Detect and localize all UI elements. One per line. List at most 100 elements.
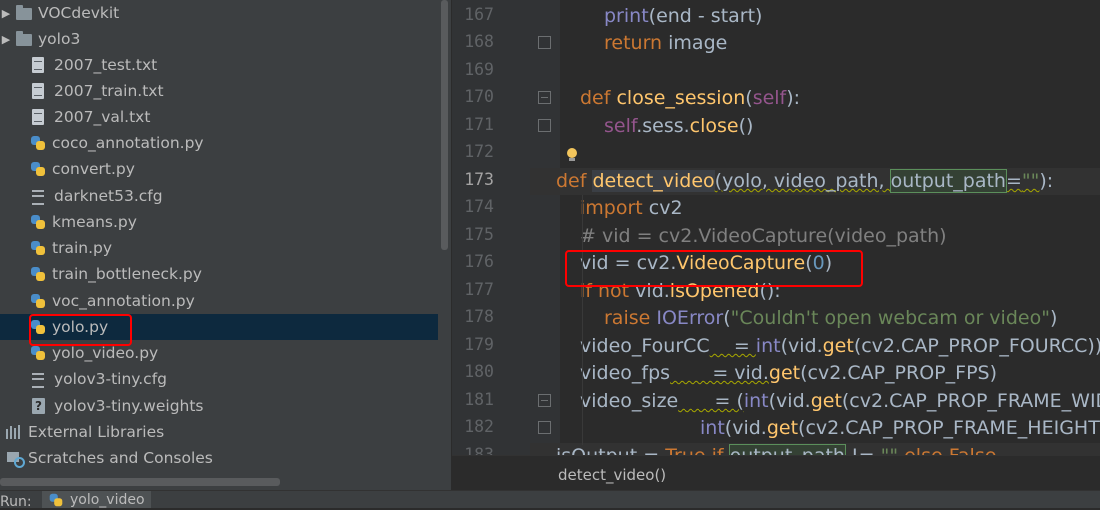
code-token: def bbox=[580, 87, 617, 109]
tree-item-label: train_bottleneck.py bbox=[52, 265, 202, 283]
code-token: video_fps bbox=[580, 362, 671, 384]
tree-item-yolov3-tiny-weights[interactable]: ? yolov3-tiny.weights bbox=[0, 393, 438, 419]
code-token: # vid = cv2.VideoCapture(video_path) bbox=[580, 225, 947, 247]
code-line-170: def close_session(self): bbox=[530, 85, 1100, 112]
code-token: "" bbox=[881, 445, 898, 455]
code-token: self bbox=[752, 87, 787, 109]
code-token: ) bbox=[1049, 307, 1058, 329]
tree-item-2007-test[interactable]: 2007_test.txt bbox=[0, 52, 438, 78]
line-number: 181 bbox=[464, 390, 494, 409]
python-file-icon bbox=[30, 214, 46, 230]
code-token: != bbox=[845, 445, 881, 455]
expand-arrow-icon[interactable]: ▶ bbox=[0, 33, 12, 46]
unknown-file-icon: ? bbox=[32, 398, 45, 414]
expand-arrow-icon[interactable]: ▶ bbox=[0, 7, 12, 20]
code-line-173: def detect_video(yolo, video_path, outpu… bbox=[530, 168, 1100, 195]
folder-icon bbox=[16, 5, 32, 20]
scrollbar-thumb[interactable] bbox=[441, 0, 448, 250]
python-file-icon bbox=[30, 240, 46, 256]
python-file-icon bbox=[49, 492, 63, 506]
line-number: 174 bbox=[464, 197, 494, 216]
tree-item-coco-annotation[interactable]: coco_annotation.py bbox=[0, 130, 438, 156]
code-token: = bbox=[709, 335, 756, 357]
code-token: get bbox=[766, 417, 799, 439]
code-token: import bbox=[580, 197, 643, 219]
code-line-181: video_size = (int(vid.get(cv2.CAP_PROP_F… bbox=[530, 388, 1100, 415]
line-number: 168 bbox=[464, 32, 494, 51]
code-token: ): bbox=[1039, 170, 1054, 192]
code-token: (cv2.CAP_PROP_FPS) bbox=[800, 362, 997, 384]
breadcrumb[interactable]: detect_video() bbox=[558, 466, 666, 484]
tree-item-yolo3[interactable]: ▶ yolo3 bbox=[0, 26, 438, 52]
code-token: (yolo, video_path, bbox=[714, 170, 891, 192]
line-number: 170 bbox=[464, 87, 494, 106]
code-token: cv2 bbox=[642, 197, 683, 219]
code-token: get bbox=[768, 362, 801, 384]
code-token: output_path bbox=[889, 169, 1007, 193]
tree-item-label: 2007_val.txt bbox=[54, 108, 151, 126]
python-file-icon bbox=[30, 293, 46, 309]
code-token: (vid. bbox=[724, 417, 767, 439]
project-tree-panel: ▶ VOCdevkit ▶ yolo3 2007_test.txt 2007_t… bbox=[0, 0, 438, 490]
indent-guide bbox=[582, 195, 583, 445]
run-tool-window-bar: Run: yolo_video bbox=[0, 490, 1100, 510]
line-number: 182 bbox=[464, 417, 494, 436]
tree-item-label: External Libraries bbox=[28, 423, 165, 441]
code-token: () bbox=[738, 115, 754, 137]
tree-item-label: coco_annotation.py bbox=[52, 134, 204, 152]
line-number: 183 bbox=[464, 445, 494, 455]
code-line-175: # vid = cv2.VideoCapture(video_path) bbox=[530, 223, 1100, 250]
code-token: (cv2.CAP_PROP_FRAME_WIDTH)), bbox=[841, 390, 1100, 412]
config-file-icon bbox=[32, 371, 44, 388]
code-token: = bbox=[1005, 170, 1022, 192]
code-token: raise bbox=[604, 307, 657, 329]
tree-item-train[interactable]: train.py bbox=[0, 235, 438, 261]
tree-item-convert[interactable]: convert.py bbox=[0, 156, 438, 182]
code-line-167: print(end - start) bbox=[530, 3, 1100, 30]
code-token: = vid. bbox=[670, 362, 769, 384]
tree-item-label: yolo_video.py bbox=[52, 344, 159, 362]
code-token: return bbox=[604, 32, 663, 54]
tree-item-label: convert.py bbox=[52, 160, 135, 178]
tree-item-scratches[interactable]: Scratches and Consoles bbox=[0, 445, 438, 471]
code-token: ): bbox=[786, 87, 801, 109]
text-file-icon bbox=[32, 57, 44, 73]
line-number: 180 bbox=[464, 362, 494, 381]
tree-item-train-bottleneck[interactable]: train_bottleneck.py bbox=[0, 261, 438, 287]
sidebar-vertical-scrollbar[interactable] bbox=[438, 0, 451, 490]
tree-item-external-libraries[interactable]: External Libraries bbox=[0, 419, 438, 445]
run-tab-yolo-video[interactable]: yolo_video bbox=[42, 491, 151, 508]
tree-item-label: train.py bbox=[52, 239, 113, 257]
tree-item-kmeans[interactable]: kmeans.py bbox=[0, 209, 438, 235]
sidebar-horizontal-scrollbar[interactable] bbox=[0, 478, 280, 486]
lightbulb-icon[interactable] bbox=[565, 148, 579, 162]
code-token: ( bbox=[745, 87, 753, 109]
tree-item-label: yolov3-tiny.cfg bbox=[54, 370, 167, 388]
libraries-icon bbox=[6, 424, 24, 440]
tree-item-2007-train[interactable]: 2007_train.txt bbox=[0, 78, 438, 104]
code-line-180: video_fps = vid.get(cv2.CAP_PROP_FPS) bbox=[530, 360, 1100, 387]
tree-item-label: 2007_test.txt bbox=[54, 56, 158, 74]
code-line-178: raise IOError("Couldn't open webcam or v… bbox=[530, 305, 1100, 332]
run-tab-label: yolo_video bbox=[70, 491, 145, 508]
code-editor[interactable]: print(end - start) return image def clos… bbox=[530, 0, 1100, 455]
python-file-icon bbox=[30, 345, 46, 361]
line-number-current: 173 bbox=[464, 170, 494, 189]
tree-item-voc-annotation[interactable]: voc_annotation.py bbox=[0, 288, 438, 314]
code-token: output_path bbox=[728, 444, 846, 455]
code-token: int bbox=[743, 390, 769, 412]
tree-item-label: kmeans.py bbox=[52, 213, 137, 231]
line-number: 169 bbox=[464, 60, 494, 79]
code-token: detect_video bbox=[592, 170, 715, 192]
tree-item-2007-val[interactable]: 2007_val.txt bbox=[0, 104, 438, 130]
tree-item-vocdevkit[interactable]: ▶ VOCdevkit bbox=[0, 0, 438, 26]
scratches-icon bbox=[6, 450, 25, 468]
python-file-icon bbox=[30, 161, 46, 177]
tree-item-darknet53-cfg[interactable]: darknet53.cfg bbox=[0, 183, 438, 209]
code-token: isOutput = bbox=[556, 445, 665, 455]
code-token: (end - start) bbox=[648, 5, 763, 27]
code-token: else False bbox=[898, 445, 996, 455]
tree-item-yolov3-tiny-cfg[interactable]: yolov3-tiny.cfg bbox=[0, 366, 438, 392]
python-file-icon bbox=[30, 135, 46, 151]
code-token: self bbox=[604, 115, 637, 137]
